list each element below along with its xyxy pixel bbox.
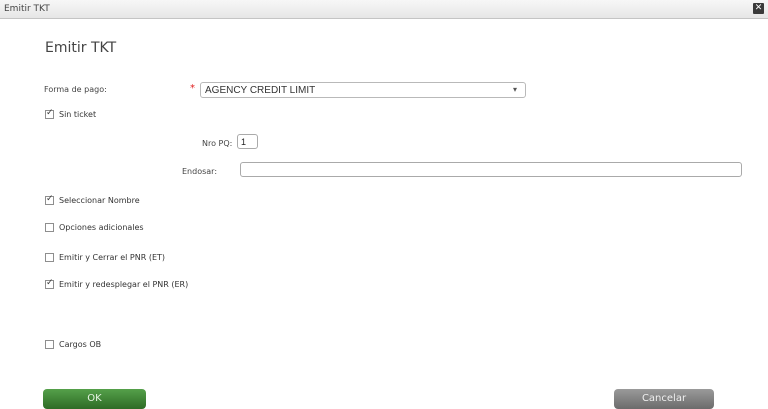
checkbox-box[interactable] bbox=[45, 253, 54, 262]
checkbox-box[interactable] bbox=[45, 223, 54, 232]
checkbox-box[interactable] bbox=[45, 278, 54, 289]
checkbox-box[interactable] bbox=[45, 340, 54, 349]
checkbox-box[interactable] bbox=[45, 194, 54, 205]
window-titlebar: Emitir TKT ✕ bbox=[0, 0, 768, 19]
cancel-button[interactable]: Cancelar bbox=[614, 389, 714, 409]
required-marker: * bbox=[190, 83, 195, 94]
checkbox-label: Opciones adicionales bbox=[59, 223, 144, 232]
checkbox-opciones-adicionales[interactable]: Opciones adicionales bbox=[45, 223, 144, 232]
checkbox-cargos-ob[interactable]: Cargos OB bbox=[45, 340, 101, 349]
checkbox-label: Sin ticket bbox=[59, 110, 97, 119]
payment-method-label: Forma de pago: bbox=[44, 85, 107, 94]
nro-pq-input[interactable] bbox=[237, 134, 258, 149]
payment-method-select[interactable]: AGENCY CREDIT LIMIT ▾ bbox=[200, 82, 526, 98]
checkbox-seleccionar-nombre[interactable]: Seleccionar Nombre bbox=[45, 194, 140, 205]
close-icon[interactable]: ✕ bbox=[753, 3, 764, 14]
ok-button[interactable]: OK bbox=[43, 389, 146, 409]
checkbox-label: Emitir y Cerrar el PNR (ET) bbox=[59, 253, 165, 262]
checkbox-label: Cargos OB bbox=[59, 340, 102, 349]
dialog-heading: Emitir TKT bbox=[45, 40, 117, 56]
endosar-label: Endosar: bbox=[182, 167, 218, 176]
window-title: Emitir TKT bbox=[4, 4, 50, 14]
checkbox-box[interactable] bbox=[45, 108, 54, 119]
checkbox-label: Emitir y redesplegar el PNR (ER) bbox=[59, 280, 189, 289]
checkbox-label: Seleccionar Nombre bbox=[59, 196, 140, 205]
checkbox-sin-ticket[interactable]: Sin ticket bbox=[45, 108, 97, 119]
payment-method-value: AGENCY CREDIT LIMIT bbox=[205, 85, 316, 96]
checkbox-emitir-redesplegar[interactable]: Emitir y redesplegar el PNR (ER) bbox=[45, 278, 189, 289]
chevron-down-icon: ▾ bbox=[512, 85, 517, 94]
endosar-input[interactable] bbox=[240, 162, 742, 177]
checkbox-emitir-cerrar[interactable]: Emitir y Cerrar el PNR (ET) bbox=[45, 253, 165, 262]
nro-pq-label: Nro PQ: bbox=[202, 139, 233, 148]
